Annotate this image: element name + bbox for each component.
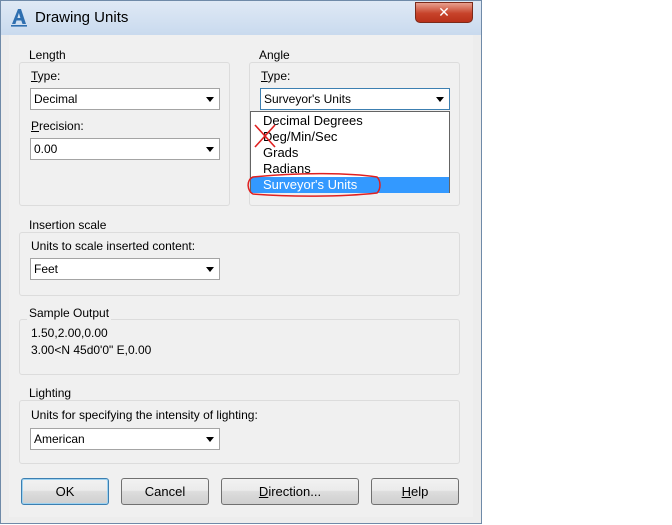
strike-x-mark (254, 124, 276, 148)
highlight-ellipse (247, 172, 381, 197)
annotation-overlay (247, 124, 381, 197)
drawing-units-dialog: Drawing Units ✕ Length Type: Decimal Pre… (0, 0, 482, 524)
